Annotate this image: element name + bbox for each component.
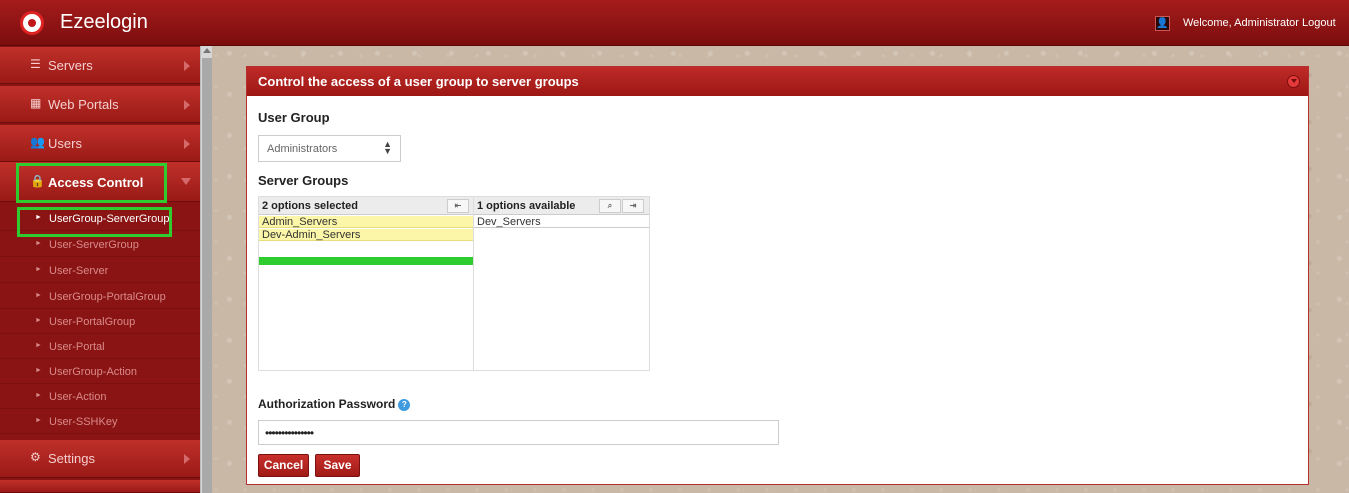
list-item[interactable]: Dev_Servers [474, 216, 649, 228]
list-item[interactable]: Dev-Admin_Servers [259, 229, 473, 241]
authorization-password-label: Authorization Password? [258, 397, 411, 411]
cancel-button[interactable]: Cancel [258, 454, 309, 477]
subnav-item-label: User-PortalGroup [49, 316, 136, 328]
bullet-icon: ► [35, 214, 42, 221]
chevron-down-icon [181, 178, 191, 185]
subnav-item-label: User-ServerGroup [49, 239, 139, 251]
cogs-icon: ⚙ [30, 450, 41, 464]
server-groups-label: Server Groups [258, 173, 349, 188]
subnav-item-user-sshkey[interactable]: ► User-SSHKey [0, 409, 200, 434]
password-value: ••••••••••••••• [265, 426, 314, 440]
subnav-item-usergroup-action[interactable]: ► UserGroup-Action [0, 359, 200, 384]
scrollbar-thumb[interactable] [202, 58, 212, 493]
subnav-item-label: User-Action [49, 391, 107, 403]
authorization-password-field[interactable]: ••••••••••••••• [258, 420, 779, 445]
bullet-icon: ► [35, 367, 42, 374]
user-group-select-value: Administrators [267, 143, 338, 155]
top-navbar: Ezeelogin 👤 Welcome, Administrator Logou… [0, 0, 1349, 46]
subnav-item-user-portal[interactable]: ► User-Portal [0, 334, 200, 359]
subnav-item-usergroup-portalgroup[interactable]: ► UserGroup-PortalGroup [0, 284, 200, 309]
lock-icon: 🔒 [30, 174, 45, 188]
subnav-item-user-action[interactable]: ► User-Action [0, 384, 200, 409]
chevron-right-icon [184, 454, 190, 464]
ezeelogin-logo-icon[interactable] [20, 11, 44, 35]
sidebar-item-more[interactable] [0, 480, 200, 493]
subnav-item-label: UserGroup-Action [49, 366, 138, 378]
sidebar: ☰ Servers ▦ Web Portals 👥 Users 🔒 Access… [0, 46, 200, 493]
save-button[interactable]: Save [315, 454, 360, 477]
sidebar-scrollbar[interactable] [200, 46, 212, 493]
sidebar-item-web-portals[interactable]: ▦ Web Portals [0, 86, 200, 123]
bullet-icon: ► [35, 292, 42, 299]
welcome-logout-link[interactable]: Welcome, Administrator Logout [1183, 17, 1336, 29]
add-all-icon[interactable]: ⇥ [622, 199, 644, 213]
subnav-item-label: UserGroup-ServerGroup [49, 213, 170, 225]
sidebar-item-label: Servers [48, 58, 93, 73]
authorization-password-text: Authorization Password [258, 397, 396, 411]
subnav-item-user-portalgroup[interactable]: ► User-PortalGroup [0, 309, 200, 334]
sidebar-item-access-control[interactable]: 🔒 Access Control [0, 162, 200, 202]
bullet-icon: ► [35, 392, 42, 399]
search-icon[interactable]: ⌕ [599, 199, 621, 213]
scroll-up-arrow-icon[interactable] [203, 48, 211, 53]
bullet-icon: ► [35, 417, 42, 424]
user-group-select[interactable]: Administrators ▲ ▼ [258, 135, 401, 162]
help-icon[interactable]: ? [398, 399, 411, 411]
panel-title: Control the access of a user group to se… [258, 74, 579, 89]
subnav-item-usergroup-servergroup[interactable]: ► UserGroup-ServerGroup [0, 206, 200, 231]
app-title[interactable]: Ezeelogin [60, 11, 148, 34]
chevron-right-icon [184, 100, 190, 110]
subnav-item-label: UserGroup-PortalGroup [49, 291, 166, 303]
available-options-list[interactable]: 1 options available ⌕ ⇥ Dev_Servers [473, 196, 650, 371]
sidebar-item-label: Settings [48, 451, 95, 466]
drop-target-indicator [259, 257, 473, 265]
panel-header: Control the access of a user group to se… [247, 67, 1308, 96]
selected-count-text: 2 options selected [262, 200, 358, 212]
user-group-label: User Group [258, 110, 330, 125]
users-icon: 👥 [30, 135, 45, 149]
list-item[interactable]: Admin_Servers [259, 216, 473, 228]
bullet-icon: ► [35, 240, 42, 247]
sidebar-item-settings[interactable]: ⚙ Settings [0, 440, 200, 478]
chevron-right-icon [184, 139, 190, 149]
remove-all-icon[interactable]: ⇤ [447, 199, 469, 213]
sidebar-item-label: Access Control [48, 175, 144, 190]
bullet-icon: ► [35, 317, 42, 324]
chevron-right-icon [184, 61, 190, 71]
sidebar-item-servers[interactable]: ☰ Servers [0, 47, 200, 84]
user-avatar-icon[interactable]: 👤 [1155, 16, 1170, 31]
bullet-icon: ► [35, 266, 42, 273]
sidebar-item-users[interactable]: 👥 Users [0, 125, 200, 162]
selected-options-list[interactable]: 2 options selected ⇤ Admin_Servers Dev-A… [258, 196, 474, 371]
select-caret-icon: ▲ ▼ [383, 139, 392, 156]
sidebar-item-label: Users [48, 136, 82, 151]
list-icon: ☰ [30, 57, 41, 71]
bullet-icon: ► [35, 342, 42, 349]
dashboard-icon: ▦ [30, 96, 42, 110]
subnav-item-label: User-Portal [49, 341, 105, 353]
subnav-item-user-servergroup[interactable]: ► User-ServerGroup [0, 232, 200, 257]
access-control-panel: Control the access of a user group to se… [246, 66, 1309, 485]
available-options-header: 1 options available ⌕ ⇥ [474, 197, 649, 215]
subnav-item-user-server[interactable]: ► User-Server [0, 258, 200, 283]
subnav-item-label: User-SSHKey [49, 416, 118, 428]
selected-options-header: 2 options selected ⇤ [259, 197, 473, 215]
collapse-icon[interactable] [1287, 75, 1300, 88]
subnav-item-label: User-Server [49, 265, 109, 277]
available-count-text: 1 options available [477, 200, 576, 212]
sidebar-item-label: Web Portals [48, 97, 119, 112]
